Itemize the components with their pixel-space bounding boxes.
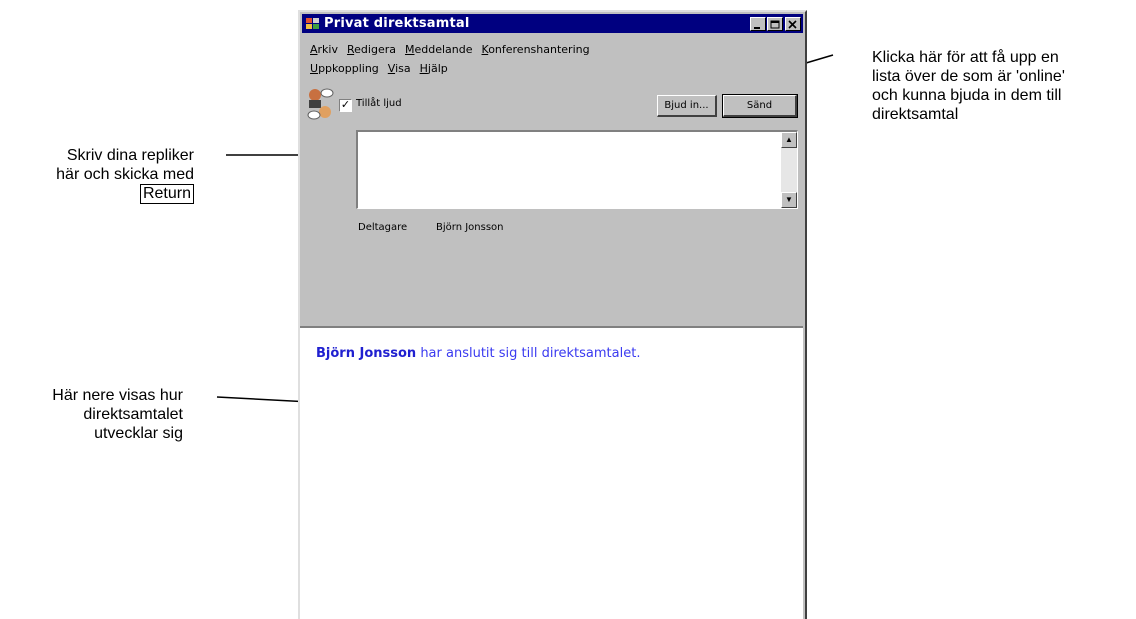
chat-message: Björn Jonsson har anslutit sig till dire… [316, 346, 640, 361]
close-icon [788, 19, 797, 29]
scroll-down-icon[interactable]: ▼ [781, 192, 797, 208]
menu-bar: Arkiv Redigera Meddelande Konferenshanterin… [310, 40, 760, 78]
annotation-line: direktsamtal [872, 106, 959, 123]
title-bar[interactable]: Privat direktsamtal [302, 14, 803, 33]
menu-item-redigera[interactable]: Redigera [347, 40, 396, 59]
allow-sound-label: Tillåt ljud [356, 98, 402, 109]
invite-button[interactable]: Bjud in... [657, 95, 717, 117]
maximize-icon [770, 20, 780, 28]
annotation-input-help: Skriv dina repliker här och skicka med R… [56, 146, 194, 204]
annotation-invite-help: Klicka här för att få upp en lista över … [872, 48, 1065, 124]
participants-icon [306, 86, 334, 122]
window-title: Privat direktsamtal [324, 16, 470, 31]
menu-item-visa[interactable]: Visa [388, 59, 411, 78]
participants-label: Deltagare [358, 222, 408, 233]
chat-text: har anslutit sig till direktsamtalet. [416, 346, 641, 361]
menu-item-uppkoppling[interactable]: Uppkoppling [310, 59, 379, 78]
chat-window: Privat direktsamtal Arkiv Redigera Meddela… [298, 10, 807, 619]
app-icon [305, 16, 321, 32]
menu-item-hjalp[interactable]: Hjälp [420, 59, 448, 78]
menu-item-konferenshantering[interactable]: Konferenshantering [482, 40, 590, 59]
close-button[interactable] [785, 16, 801, 31]
input-scrollbar[interactable]: ▲ ▼ [781, 132, 797, 208]
annotation-line: Här nere visas hur [52, 387, 183, 404]
annotation-line: utvecklar sig [94, 425, 183, 442]
annotation-line: här och skicka med [56, 166, 194, 183]
send-button[interactable]: Sänd [722, 94, 798, 118]
annotation-line: Klicka här för att få upp en [872, 49, 1059, 66]
menu-item-arkiv[interactable]: Arkiv [310, 40, 338, 59]
annotation-line: Skriv dina repliker [66, 147, 194, 164]
chat-log: Björn Jonsson har anslutit sig till dire… [300, 326, 803, 619]
annotation-return-key: Return [139, 184, 194, 204]
minimize-icon [754, 26, 760, 29]
annotation-chat-help: Här nere visas hur direktsamtalet utveck… [52, 386, 183, 443]
scroll-up-icon[interactable]: ▲ [781, 132, 797, 148]
annotation-line: lista över de som är 'online' [872, 68, 1065, 85]
minimize-button[interactable] [750, 16, 766, 31]
menu-item-meddelande[interactable]: Meddelande [405, 40, 473, 59]
chat-sender: Björn Jonsson [316, 346, 417, 361]
message-input[interactable]: ▲ ▼ [356, 130, 798, 209]
participants-value: Björn Jonsson [436, 222, 504, 233]
maximize-button[interactable] [767, 16, 783, 31]
annotation-line: och kunna bjuda in dem till [872, 87, 1062, 104]
allow-sound-checkbox[interactable]: ✓ [339, 99, 352, 112]
annotation-line: direktsamtalet [83, 406, 183, 423]
